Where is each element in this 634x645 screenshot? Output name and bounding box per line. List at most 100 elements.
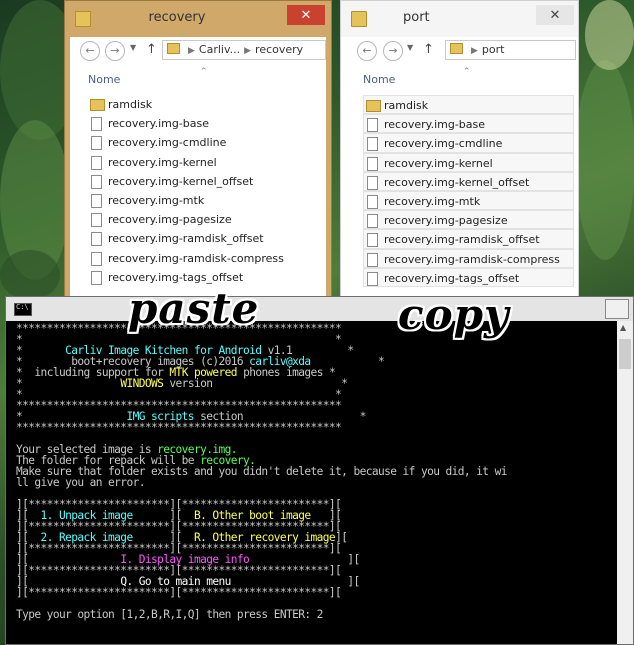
up-arrow-icon[interactable]: ↑ — [423, 42, 434, 57]
list-item[interactable]: ramdisk — [363, 95, 574, 115]
file-icon — [367, 194, 378, 209]
address-bar[interactable]: ▶ Carliv... ▶ recovery — [162, 40, 326, 60]
navigation-bar: ← → ▼ ↑ ▶ Carliv... ▶ recovery — [70, 37, 326, 65]
file-icon — [91, 174, 102, 189]
input-prompt[interactable]: Type your option [1,2,B,R,I,Q] then pres… — [16, 609, 615, 620]
file-name: recovery.img-cmdline — [384, 137, 503, 151]
file-icon — [367, 271, 378, 286]
list-item[interactable]: recovery.img-pagesize — [363, 210, 574, 230]
scroll-up-icon[interactable]: ▲ — [620, 323, 626, 332]
title-bar[interactable]: recovery ✕ — [65, 1, 331, 37]
list-item[interactable]: recovery.img-mtk — [363, 190, 574, 211]
file-name: recovery.img-pagesize — [384, 214, 508, 228]
chevron-right-icon: ▶ — [471, 46, 478, 56]
back-arrow-icon[interactable]: ← — [357, 41, 377, 61]
chevron-down-icon[interactable]: ▼ — [407, 43, 413, 52]
file-icon — [91, 117, 102, 132]
file-name: recovery.img-tags_offset — [384, 271, 520, 285]
file-name: recovery.img-mtk — [384, 194, 481, 208]
list-item[interactable]: recovery.img-kernel_offset — [363, 171, 574, 191]
list-item[interactable]: ramdisk — [88, 95, 320, 114]
menu-border: ][***********************][*************… — [16, 586, 342, 599]
port-explorer-window[interactable]: port ✕ ← → ▼ ↑ ▶ port Nome ⌃ ramdisk reco… — [340, 0, 579, 300]
folder-icon — [75, 11, 91, 27]
file-list: ramdisk recovery.img-base recovery.img-c… — [88, 95, 320, 287]
scrollbar-thumb[interactable] — [619, 339, 631, 369]
file-icon — [367, 175, 378, 190]
file-name: recovery.img-base — [108, 117, 210, 131]
list-item[interactable]: recovery.img-ramdisk_offset — [363, 229, 574, 249]
sort-caret-icon: ⌃ — [200, 67, 208, 77]
folder-icon — [167, 43, 180, 54]
file-name: recovery.img-kernel — [108, 155, 217, 169]
list-item[interactable]: recovery.img-kernel_offset — [88, 172, 320, 191]
file-name: recovery.img-kernel_offset — [384, 175, 530, 189]
border-line: ****************************************… — [16, 421, 342, 434]
copy-label: copy — [398, 290, 510, 339]
list-item[interactable]: recovery.img-base — [363, 114, 574, 134]
close-button[interactable]: ✕ — [287, 5, 325, 25]
console-output[interactable]: ****************************************… — [16, 323, 615, 644]
window-title: recovery — [148, 10, 206, 25]
list-item[interactable]: recovery.img-tags_offset — [363, 267, 574, 287]
list-item[interactable]: recovery.img-ramdisk-compress — [88, 249, 320, 268]
breadcrumb-item[interactable]: port — [482, 43, 505, 56]
file-name: ramdisk — [108, 98, 153, 111]
file-icon — [91, 213, 102, 228]
list-item[interactable]: recovery.img-pagesize — [88, 210, 320, 229]
file-icon — [91, 270, 102, 285]
vertical-scrollbar[interactable]: ▲ — [617, 321, 633, 644]
maximize-button[interactable] — [605, 299, 629, 319]
file-name: recovery.img-kernel — [384, 156, 493, 170]
list-item[interactable]: recovery.img-cmdline — [363, 133, 574, 153]
list-item[interactable]: recovery.img-cmdline — [88, 133, 320, 152]
command-prompt-window[interactable]: ****************************************… — [5, 296, 634, 645]
message-line: ll give you an error. — [16, 476, 145, 489]
breadcrumb-item[interactable]: recovery — [255, 43, 303, 56]
file-icon — [367, 137, 378, 152]
list-item[interactable]: recovery.img-kernel — [88, 153, 320, 172]
chevron-right-icon: ▶ — [244, 46, 252, 56]
file-icon — [367, 252, 378, 267]
file-icon — [91, 155, 102, 170]
paste-label: paste — [128, 284, 260, 333]
up-arrow-icon[interactable]: ↑ — [146, 42, 157, 57]
file-icon — [91, 232, 102, 247]
file-icon — [367, 214, 378, 229]
list-item[interactable]: recovery.img-ramdisk_offset — [88, 229, 320, 248]
file-icon — [367, 118, 378, 133]
file-icon — [91, 193, 102, 208]
column-header[interactable]: Nome ⌃ — [341, 67, 578, 91]
background-leaf — [585, 0, 634, 70]
title-bar[interactable] — [6, 297, 633, 321]
file-name: recovery.img-base — [384, 118, 486, 132]
background-leaf — [0, 250, 60, 300]
title-bar[interactable]: port ✕ — [341, 1, 578, 37]
column-header[interactable]: Nome ⌃ — [70, 67, 326, 91]
back-arrow-icon[interactable]: ← — [80, 41, 100, 61]
window-title: port — [403, 10, 430, 25]
forward-arrow-icon[interactable]: → — [105, 41, 125, 61]
file-name: recovery.img-ramdisk-compress — [108, 251, 284, 265]
list-item[interactable]: recovery.img-kernel — [363, 152, 574, 172]
column-header-name[interactable]: Nome — [363, 73, 395, 86]
console-icon — [14, 303, 32, 316]
close-button[interactable]: ✕ — [536, 5, 574, 25]
chevron-down-icon[interactable]: ▼ — [130, 43, 136, 52]
file-name: recovery.img-pagesize — [108, 213, 232, 227]
file-icon — [91, 251, 102, 266]
column-header-name[interactable]: Nome — [88, 73, 120, 86]
list-item[interactable]: recovery.img-ramdisk-compress — [363, 248, 574, 268]
forward-arrow-icon[interactable]: → — [383, 41, 403, 61]
file-name: recovery.img-tags_offset — [108, 270, 244, 284]
list-item[interactable]: recovery.img-base — [88, 114, 320, 133]
file-name: recovery.img-ramdisk_offset — [108, 232, 264, 246]
address-bar[interactable]: ▶ port — [445, 40, 576, 60]
file-icon — [91, 136, 102, 151]
file-icon — [367, 233, 378, 248]
folder-icon — [450, 43, 463, 54]
folder-icon — [351, 11, 367, 27]
breadcrumb-item[interactable]: Carliv... — [199, 43, 240, 56]
list-item[interactable]: recovery.img-mtk — [88, 191, 320, 210]
file-name: recovery.img-mtk — [108, 193, 205, 207]
